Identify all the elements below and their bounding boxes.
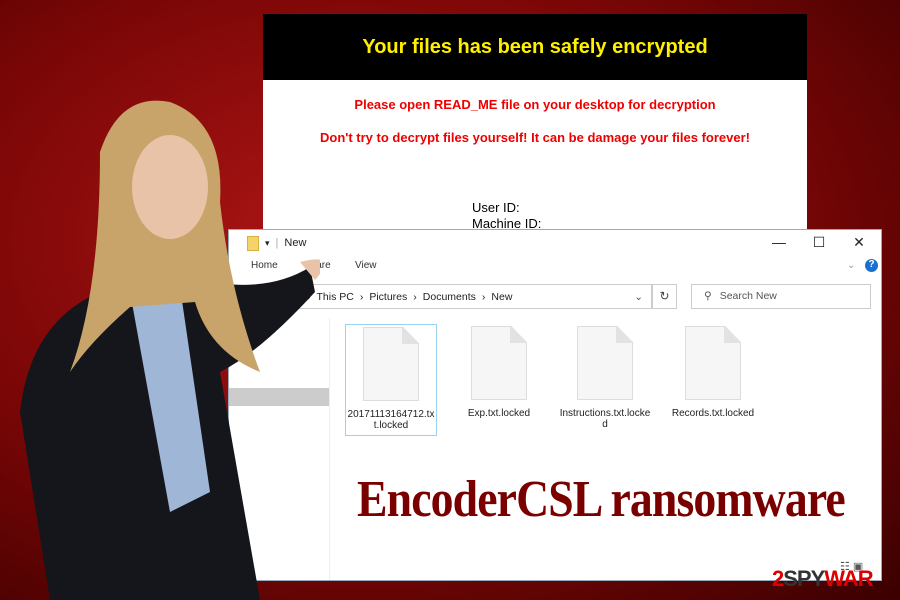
address-bar[interactable]: › This PC › Pictures › Documents › New ⌄ <box>282 284 652 309</box>
breadcrumb-documents[interactable]: Documents <box>423 291 476 303</box>
maximize-button[interactable]: ☐ <box>809 234 829 251</box>
file-name: Exp.txt.locked <box>467 408 531 419</box>
file-item[interactable]: Exp.txt.locked <box>453 324 545 419</box>
file-item[interactable]: Records.txt.locked <box>667 324 759 419</box>
ransom-note-title: Your files has been safely encrypted <box>263 14 807 80</box>
watermark-logo: 2SPYWAR <box>772 566 874 591</box>
ransom-note-line2: Don't try to decrypt files yourself! It … <box>319 130 751 145</box>
ransom-note-line1: Please open READ_ME file on your desktop… <box>354 97 716 112</box>
nav-pane-divider <box>329 318 330 580</box>
refresh-button[interactable]: ↻ <box>652 284 677 309</box>
tab-view[interactable]: View <box>355 260 377 271</box>
file-icon <box>471 326 527 400</box>
chevron-right-icon: › <box>413 290 417 303</box>
file-name: Instructions.txt.locked <box>559 408 651 430</box>
chevron-down-icon[interactable]: ⌄ <box>634 291 643 303</box>
close-button[interactable]: ✕ <box>849 234 869 251</box>
search-icon: ⚲ <box>704 290 712 302</box>
breadcrumb-this-pc[interactable]: This PC <box>317 291 354 303</box>
search-input[interactable]: ⚲ Search New <box>691 284 871 309</box>
ransom-note: Your files has been safely encrypted Ple… <box>263 14 807 244</box>
breadcrumb-new[interactable]: New <box>491 291 512 303</box>
help-icon[interactable]: ? <box>865 259 878 272</box>
search-placeholder: Search New <box>719 290 777 302</box>
presenter-photo <box>20 100 320 600</box>
user-id-label: User ID: <box>472 200 520 215</box>
file-icon <box>363 327 419 401</box>
chevron-right-icon: › <box>481 290 486 303</box>
chevron-right-icon: › <box>359 290 364 303</box>
file-name: Records.txt.locked <box>671 408 755 419</box>
minimize-button[interactable]: — <box>769 234 789 250</box>
headline-title: EncoderCSL ransomware <box>356 470 847 529</box>
file-item[interactable]: Instructions.txt.locked <box>559 324 651 430</box>
expand-ribbon-icon[interactable]: ⌄ <box>847 260 855 271</box>
breadcrumb-pictures[interactable]: Pictures <box>369 291 407 303</box>
file-icon <box>577 326 633 400</box>
file-name: 20171113164712.txt.locked <box>347 409 435 431</box>
file-item[interactable]: 20171113164712.txt.locked <box>345 324 437 436</box>
file-icon <box>685 326 741 400</box>
